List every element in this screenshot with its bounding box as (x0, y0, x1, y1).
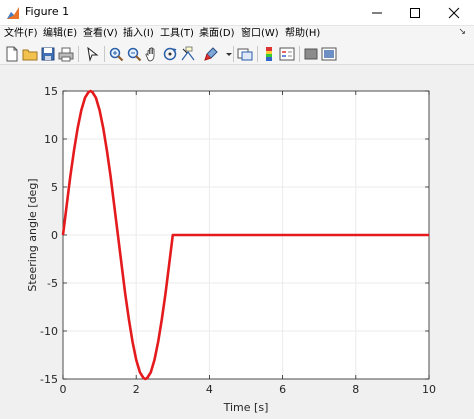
toolbar (0, 43, 474, 65)
window-title: Figure 1 (25, 5, 70, 18)
x-tick-label: 2 (133, 383, 140, 396)
edit-plot-arrow-icon[interactable] (84, 46, 100, 62)
hide-plot-tools-icon[interactable] (303, 46, 319, 62)
menu-file[interactable]: 文件(F) (4, 26, 38, 42)
menu-desktop[interactable]: 桌面(D) (199, 26, 235, 42)
figure-canvas: 0 2 4 6 8 10 -15 -10 -5 0 5 10 15 Time [s] Steering an… (0, 66, 474, 419)
print-icon[interactable] (58, 46, 74, 62)
matlab-figure-icon (6, 5, 20, 19)
show-plot-tools-icon[interactable] (321, 46, 337, 62)
title-bar: Figure 1 (0, 0, 474, 26)
minimize-button[interactable] (357, 0, 397, 26)
x-tick-label: 4 (206, 383, 213, 396)
y-tick-label: -15 (40, 373, 58, 386)
link-plot-icon[interactable] (237, 46, 253, 62)
x-tick-label: 8 (352, 383, 359, 396)
x-axis-label: Time [s] (223, 401, 269, 414)
legend-icon[interactable] (279, 46, 295, 62)
y-axis-label: Steering angle [deg] (26, 178, 39, 291)
close-icon (448, 7, 460, 19)
x-tick-label: 0 (60, 383, 67, 396)
zoom-in-icon[interactable] (108, 46, 124, 62)
zoom-out-icon[interactable] (126, 46, 142, 62)
minimize-icon (372, 12, 382, 14)
axes-plot[interactable]: 0 2 4 6 8 10 -15 -10 -5 0 5 10 15 Time [s] Steering an… (0, 66, 474, 419)
menu-tools[interactable]: 工具(T) (160, 26, 194, 42)
dock-arrow-icon[interactable]: ↘ (458, 27, 466, 37)
rotate-3d-icon[interactable] (162, 46, 178, 62)
menu-bar: 文件(F) 编辑(E) 查看(V) 插入(I) 工具(T) 桌面(D) 窗口(W… (0, 26, 474, 43)
y-tick-label: 10 (44, 133, 58, 146)
toolbar-separator (104, 46, 105, 62)
menu-view[interactable]: 查看(V) (83, 26, 118, 42)
toolbar-separator (257, 46, 258, 62)
x-tick-label: 10 (422, 383, 436, 396)
brush-dropdown-icon[interactable] (221, 46, 232, 62)
y-tick-label: -5 (47, 277, 58, 290)
maximize-icon (410, 8, 420, 18)
toolbar-separator (78, 46, 79, 62)
y-tick-label: 15 (44, 85, 58, 98)
colorbar-icon[interactable] (261, 46, 277, 62)
new-figure-icon[interactable] (4, 46, 20, 62)
menu-window[interactable]: 窗口(W) (241, 26, 279, 42)
x-tick-label: 6 (279, 383, 286, 396)
maximize-button[interactable] (395, 0, 435, 26)
y-tick-label: 5 (51, 181, 58, 194)
y-tick-label: 0 (51, 229, 58, 242)
menu-help[interactable]: 帮助(H) (285, 26, 320, 42)
save-icon[interactable] (40, 46, 56, 62)
menu-edit[interactable]: 编辑(E) (43, 26, 77, 42)
pan-hand-icon[interactable] (144, 46, 160, 62)
close-button[interactable] (434, 0, 474, 26)
toolbar-separator (299, 46, 300, 62)
toolbar-separator (233, 46, 234, 62)
menu-insert[interactable]: 插入(I) (123, 26, 154, 42)
open-file-icon[interactable] (22, 46, 38, 62)
brush-icon[interactable] (203, 46, 219, 62)
data-cursor-icon[interactable] (180, 46, 196, 62)
y-tick-label: -10 (40, 325, 58, 338)
